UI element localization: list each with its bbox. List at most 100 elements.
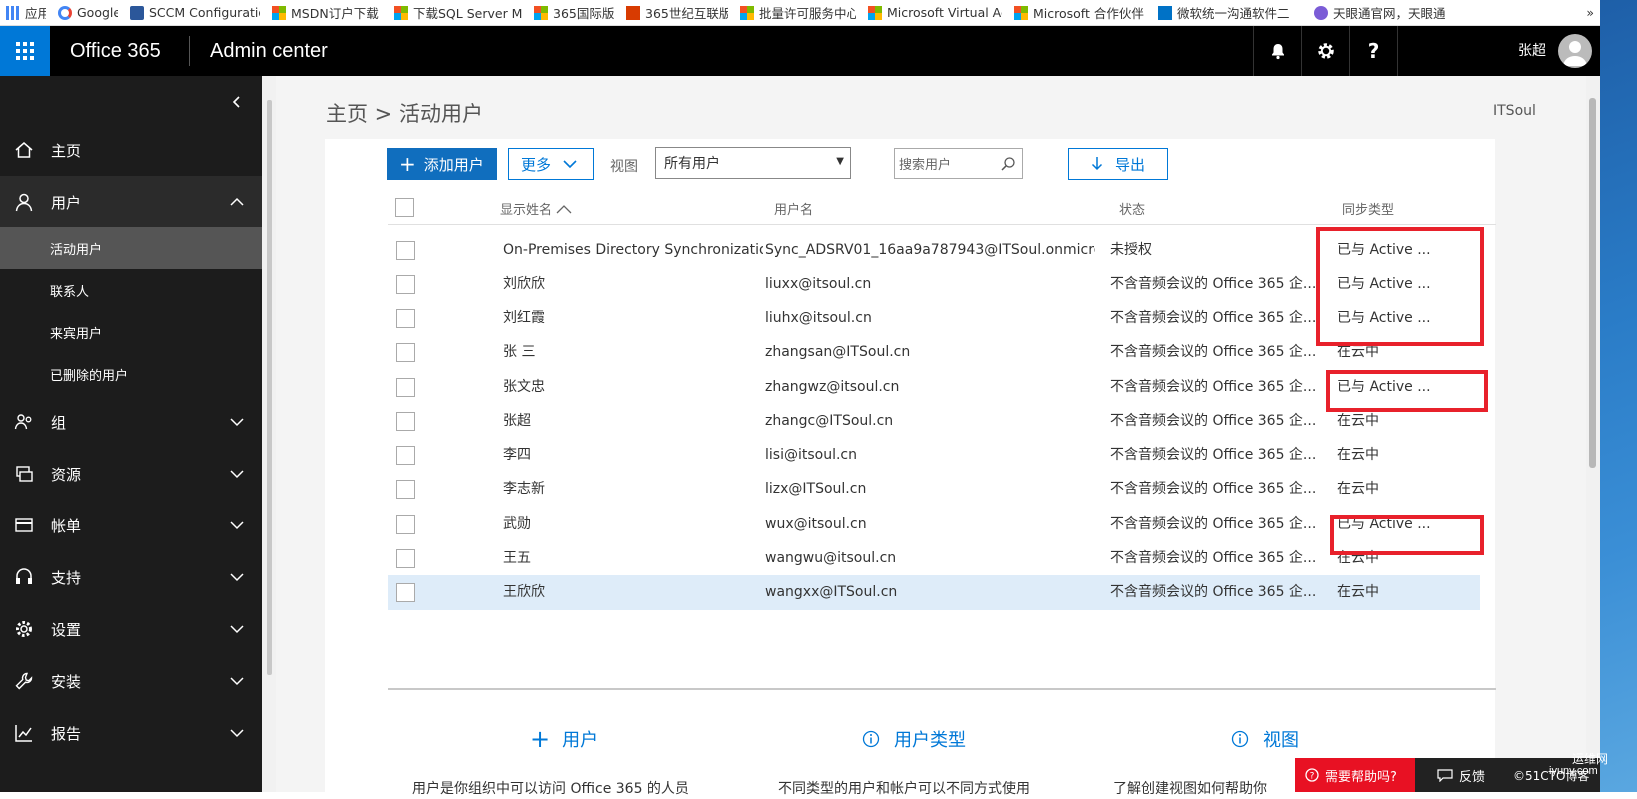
need-help-button[interactable]: ? 需要帮助吗? [1295,758,1415,792]
search-input[interactable]: 搜索用户 [894,148,1023,179]
sidebar-subitem[interactable]: 来宾用户 [0,311,262,353]
office-brand[interactable]: Office 365 [70,26,161,76]
settings-button[interactable] [1301,26,1349,76]
feedback-button[interactable]: 反馈 [1415,758,1505,792]
table-row[interactable]: 王欣欣 wangxx@ITSoul.cn 不含音频会议的 Office 365 企.… [388,575,1480,610]
cell-display-name[interactable]: 刘欣欣 [503,267,763,302]
add-user-button[interactable]: + 添加用户 [387,148,497,180]
sidebar-item-headset[interactable]: 支持 [0,551,262,603]
table-row[interactable]: 李四 lisi@itsoul.cn 不含音频会议的 Office 365 企... 在… [388,438,1480,473]
cell-display-name[interactable]: 李四 [503,438,763,473]
sidebar-item-home[interactable]: 主页 [0,124,262,176]
column-header-status[interactable]: 状态 [1119,199,1145,218]
cell-display-name[interactable]: 张 三 [503,335,763,370]
row-checkbox[interactable] [396,446,415,465]
user-types-info-link[interactable]: 用户类型 [862,726,966,752]
cell-status: 不含音频会议的 Office 365 企... [1110,344,1317,360]
table-row[interactable]: 张文忠 zhangwz@itsoul.cn 不含音频会议的 Office 365 企… [388,370,1480,405]
bookmark-item[interactable]: 下载SQL Server Ma [388,0,528,25]
breadcrumb[interactable]: 主页 > 活动用户 [326,98,483,128]
row-checkbox[interactable] [396,583,415,602]
cell-status: 不含音频会议的 Office 365 企... [1110,413,1317,429]
table-row[interactable]: 张超 zhangc@ITSoul.cn 不含音频会议的 Office 365 企..… [388,404,1480,439]
sidebar-item-user[interactable]: 用户 [0,176,262,228]
cell-display-name[interactable]: On-Premises Directory Synchronizatio... [503,233,763,268]
chevron-down-icon [230,521,244,530]
sidebar-subitem[interactable]: 已删除的用户 [0,353,262,395]
row-checkbox[interactable] [396,275,415,294]
column-header-sync-type[interactable]: 同步类型 [1342,199,1394,218]
bookmark-item[interactable]: 应用 [0,0,52,25]
bookmark-item[interactable]: 天眼通官网，天眼通 [1308,0,1458,25]
sidebar-item-wrench[interactable]: 安装 [0,655,262,707]
cell-status: 不含音频会议的 Office 365 企... [1110,516,1317,532]
cell-display-name[interactable]: 张文忠 [503,370,763,405]
row-checkbox[interactable] [396,343,415,362]
sidebar-item-billing[interactable]: 帐单 [0,499,262,551]
cell-username: liuxx@itsoul.cn [765,276,872,292]
sidebar-scrollbar-thumb[interactable] [267,100,272,675]
bookmark-item[interactable]: 批量许可服务中心 [734,0,862,25]
bookmark-item[interactable]: MSDN订户下载 [266,0,388,25]
microsoft-icon [868,5,882,20]
bell-icon [1271,44,1284,60]
notifications-button[interactable] [1253,26,1301,76]
row-checkbox[interactable] [396,549,415,568]
select-all-checkbox[interactable] [395,198,414,217]
row-checkbox[interactable] [396,309,415,328]
row-checkbox[interactable] [396,515,415,534]
cell-display-name[interactable]: 武勋 [503,507,763,542]
cell-display-name[interactable]: 王五 [503,541,763,576]
main-scrollbar-thumb[interactable] [1589,98,1596,468]
sidebar-item-resources[interactable]: 资源 [0,448,262,500]
bookmark-item[interactable]: Microsoft Virtual Ac [862,0,1008,25]
bookmarks-overflow-button[interactable]: » [1580,0,1600,25]
apps-icon [6,5,20,20]
help-button[interactable]: ? [1349,26,1397,76]
collapse-sidebar-button[interactable] [230,94,244,113]
row-checkbox[interactable] [396,480,415,499]
row-checkbox[interactable] [396,241,415,260]
table-row[interactable]: 李志新 lizx@ITSoul.cn 不含音频会议的 Office 365 企...… [388,472,1480,507]
sidebar-item-group[interactable]: 组 [0,396,262,448]
table-header-divider [388,224,1496,225]
view-select[interactable]: 所有用户 ▼ [655,147,851,179]
users-info-link[interactable]: + 用户 [530,726,598,752]
sidebar-subitem-active[interactable]: 活动用户 [0,227,262,269]
bookmark-item[interactable]: SCCM Configuration [124,0,266,25]
sidebar-item-chart[interactable]: 报告 [0,707,262,759]
bookmark-item[interactable]: Microsoft 合作伙伴 [1008,0,1152,25]
bookmark-label: 下载SQL Server Ma [413,6,522,21]
user-name[interactable]: 张超 [1518,26,1546,76]
cell-display-name[interactable]: 王欣欣 [503,575,763,610]
office-icon [626,5,640,20]
cell-display-name[interactable]: 刘红霞 [503,301,763,336]
row-checkbox[interactable] [396,378,415,397]
bookmark-item[interactable]: 365国际版 [528,0,620,25]
users-info-desc: 用户是你组织中可以访问 Office 365 的人员 [412,781,689,797]
bookmark-label: Microsoft 合作伙伴 [1033,6,1144,21]
views-info-link[interactable]: 视图 [1231,726,1299,752]
headset-icon [16,568,32,584]
avatar[interactable] [1558,34,1592,68]
chevron-down-icon [230,729,244,738]
row-checkbox[interactable] [396,412,415,431]
cell-display-name[interactable]: 李志新 [503,472,763,507]
column-header-username[interactable]: 用户名 [774,199,813,218]
billing-icon [15,518,33,532]
top-bar: Office 365 Admin center ? 张超 [0,26,1600,76]
app-launcher-button[interactable] [0,26,50,76]
bookmark-item[interactable]: 微软统一沟通软件二 [1152,0,1308,25]
table-row[interactable]: 武勋 wux@itsoul.cn 不含音频会议的 Office 365 企... 已与… [388,507,1480,542]
table-row[interactable]: 王五 wangwu@itsoul.cn 不含音频会议的 Office 365 企..… [388,541,1480,576]
bookmark-item[interactable]: 365世纪互联版 [620,0,734,25]
cell-username: liuhx@itsoul.cn [765,310,872,326]
cell-display-name[interactable]: 张超 [503,404,763,439]
export-button[interactable]: 导出 [1068,148,1168,180]
user-avatar-icon [1563,41,1587,66]
column-header-display-name[interactable]: 显示姓名 [500,199,572,218]
more-button[interactable]: 更多 [508,148,594,180]
sidebar-subitem[interactable]: 联系人 [0,269,262,311]
sidebar-item-gear[interactable]: 设置 [0,603,262,655]
bookmark-item[interactable]: Google [52,0,124,25]
